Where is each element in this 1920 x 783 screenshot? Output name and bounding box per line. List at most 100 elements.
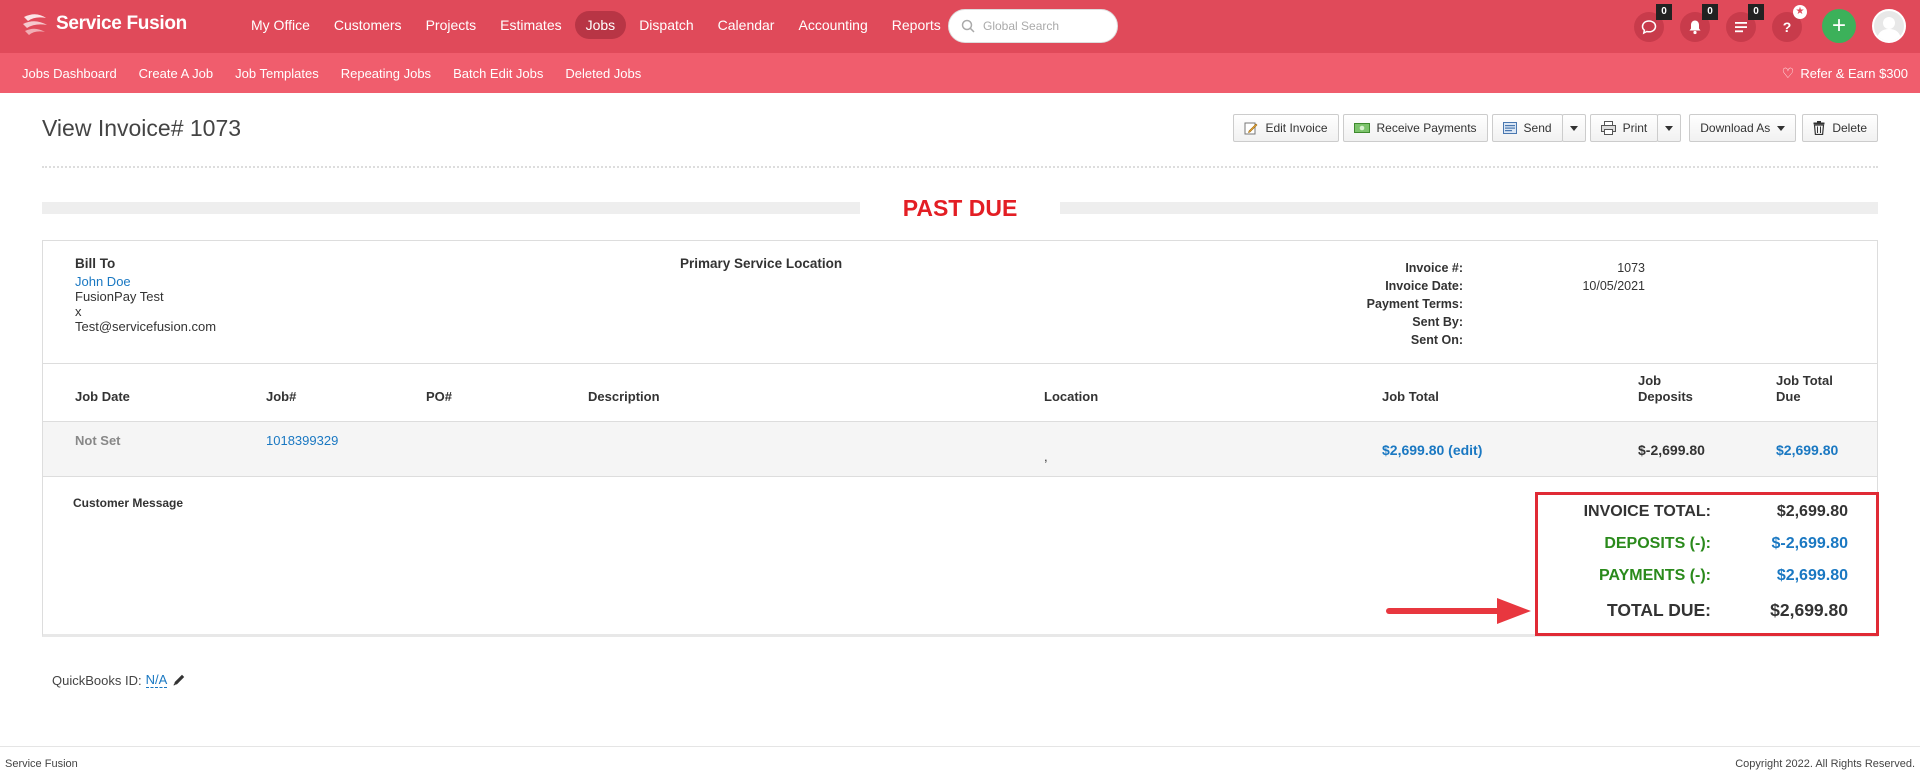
invoice-actions: Edit Invoice Receive Payments Send Print (1229, 114, 1878, 142)
brand-name: Service Fusion (56, 13, 187, 34)
meta-value: 1073 (1617, 261, 1645, 275)
pencil-icon[interactable] (172, 673, 186, 687)
invoice-total-label: INVOICE TOTAL: (1583, 503, 1711, 520)
quickbooks-id: QuickBooks ID: N/A (52, 672, 186, 688)
customer-message-label: Customer Message (73, 496, 184, 510)
meta-key: Sent By: (1412, 315, 1463, 329)
col-job-total-due-line2: Due (1776, 389, 1801, 404)
totals-row-invoice-total: INVOICE TOTAL: $2,699.80 (1538, 503, 1876, 527)
subnav-repeating-jobs[interactable]: Repeating Jobs (330, 66, 442, 81)
print-icon (1600, 121, 1616, 135)
col-job-total-due-line1: Job Total (1776, 373, 1833, 388)
download-as-button[interactable]: Download As (1689, 114, 1797, 142)
cell-job-number-link[interactable]: 1018399329 (266, 433, 338, 448)
subnav-jobs-dashboard[interactable]: Jobs Dashboard (11, 66, 128, 81)
jobs-sub-nav: Jobs Dashboard Create A Job Job Template… (11, 53, 652, 93)
nav-calendar[interactable]: Calendar (707, 11, 786, 39)
meta-key: Invoice #: (1405, 261, 1463, 275)
delete-label: Delete (1832, 121, 1867, 135)
service-fusion-logo-icon (23, 14, 47, 35)
chat-badge: 0 (1656, 4, 1672, 20)
col-job-number: Job# (266, 389, 297, 404)
nav-dispatch[interactable]: Dispatch (628, 11, 704, 39)
send-button[interactable]: Send (1491, 114, 1563, 142)
send-dropdown-toggle[interactable] (1561, 114, 1586, 142)
plus-icon[interactable]: + (1822, 9, 1856, 43)
quickbooks-id-value[interactable]: N/A (145, 672, 168, 688)
cell-job-total-due: $2,699.80 (1776, 442, 1839, 458)
meta-value (1463, 313, 1645, 331)
annotation-arrow-icon (1386, 598, 1531, 624)
sub-bar: Jobs Dashboard Create A Job Job Template… (0, 53, 1920, 93)
nav-estimates[interactable]: Estimates (489, 11, 572, 39)
total-due-label: TOTAL DUE: (1606, 600, 1711, 620)
jobs-table-header: Job Date Job# PO# Description Location J… (43, 363, 1877, 413)
global-search[interactable] (948, 9, 1118, 43)
col-location: Location (1044, 389, 1099, 404)
help-button[interactable]: ? ★ (1772, 5, 1807, 42)
print-label: Print (1622, 121, 1648, 135)
list-badge: 0 (1748, 4, 1764, 20)
cell-job-total-edit-link[interactable]: $2,699.80 (edit) (1382, 442, 1482, 458)
nav-reports[interactable]: Reports (881, 11, 952, 39)
user-avatar-icon (1877, 17, 1901, 41)
page-title: View Invoice# 1073 (42, 115, 242, 141)
deposits-value: $-2,699.80 (1771, 535, 1848, 552)
main-nav: My Office Customers Projects Estimates J… (240, 11, 954, 39)
edit-icon (1244, 121, 1258, 135)
col-description: Description (588, 389, 660, 404)
tasks-button[interactable]: 0 (1726, 4, 1764, 42)
payments-label: PAYMENTS (-): (1599, 567, 1711, 584)
download-as-label: Download As (1700, 121, 1771, 135)
nav-jobs[interactable]: Jobs (574, 11, 627, 39)
primary-service-location-label: Primary Service Location (680, 256, 843, 271)
meta-row-payment-terms: Payment Terms: (1223, 295, 1645, 313)
bell-icon (1689, 20, 1701, 35)
quickbooks-label: QuickBooks ID: (52, 672, 142, 688)
subnav-create-a-job[interactable]: Create A Job (128, 66, 224, 81)
subnav-batch-edit-jobs[interactable]: Batch Edit Jobs (442, 66, 554, 81)
edit-invoice-button[interactable]: Edit Invoice (1233, 114, 1339, 142)
meta-row-invoice-date: Invoice Date: 10/05/2021 (1223, 277, 1645, 295)
meta-row-sent-on: Sent On: (1223, 331, 1645, 349)
app: Service Fusion My Office Customers Proje… (0, 0, 1920, 783)
bill-to-name-link[interactable]: John Doe (75, 274, 216, 289)
subnav-deleted-jobs[interactable]: Deleted Jobs (554, 66, 652, 81)
avatar[interactable] (1872, 9, 1906, 43)
nav-accounting[interactable]: Accounting (787, 11, 878, 39)
refer-earn-link[interactable]: ♡ Refer & Earn $300 (1782, 65, 1908, 82)
search-icon (961, 19, 975, 33)
nav-projects[interactable]: Projects (415, 11, 488, 39)
trash-icon (1813, 121, 1825, 135)
col-job-deposits: Job Deposits (1638, 373, 1693, 405)
subnav-job-templates[interactable]: Job Templates (224, 66, 330, 81)
receive-payments-button[interactable]: Receive Payments (1342, 114, 1488, 142)
footer-copyright: Copyright 2022. All Rights Reserved. (1735, 758, 1915, 770)
footer: Service Fusion Copyright 2022. All Right… (0, 746, 1920, 783)
meta-key: Sent On: (1410, 333, 1463, 347)
print-dropdown-toggle[interactable] (1657, 114, 1682, 142)
refer-label: Refer & Earn $300 (1800, 66, 1908, 81)
nav-customers[interactable]: Customers (323, 11, 413, 39)
bill-to-label: Bill To (75, 256, 116, 271)
bill-to-email: Test@servicefusion.com (75, 319, 217, 334)
deposits-label: DEPOSITS (-): (1604, 535, 1711, 552)
notifications-button[interactable]: 0 (1680, 4, 1718, 42)
title-divider (42, 166, 1878, 168)
bell-badge: 0 (1702, 4, 1718, 20)
brand-logo[interactable]: Service Fusion (22, 13, 187, 35)
receive-payments-label: Receive Payments (1376, 121, 1477, 135)
global-search-input[interactable] (983, 19, 1103, 33)
status-band-right (1060, 202, 1878, 214)
chat-button[interactable]: 0 (1634, 4, 1672, 42)
col-job-deposits-line1: Job (1638, 373, 1662, 388)
print-button[interactable]: Print (1589, 114, 1659, 142)
nav-my-office[interactable]: My Office (240, 11, 321, 39)
totals-row-payments: PAYMENTS (-): $2,699.80 (1538, 567, 1876, 591)
invoice-meta: Invoice #: 1073 Invoice Date: 10/05/2021… (1223, 259, 1645, 349)
delete-button[interactable]: Delete (1802, 114, 1878, 142)
col-job-total: Job Total (1382, 389, 1439, 404)
meta-key: Invoice Date: (1385, 279, 1463, 293)
top-bar: Service Fusion My Office Customers Proje… (0, 0, 1920, 53)
send-icon (1502, 121, 1517, 135)
